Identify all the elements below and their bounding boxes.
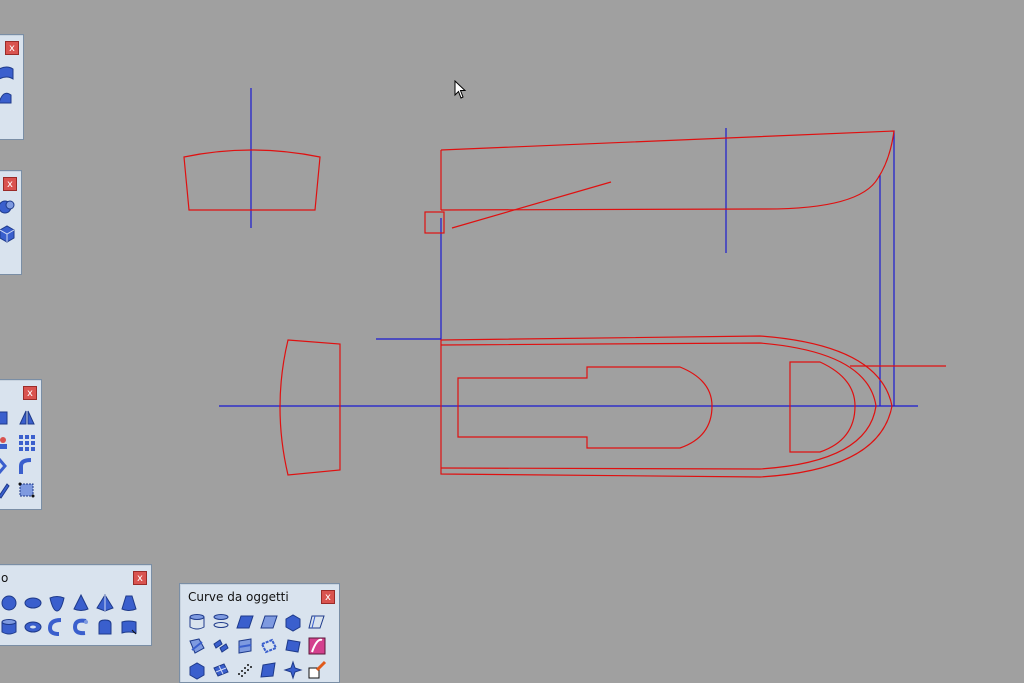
drawing-viewport[interactable] [0, 0, 1024, 677]
truncated-cone-tool-icon[interactable] [119, 593, 139, 613]
duplicate-edge-tool-icon[interactable] [187, 612, 207, 632]
create-uv-curves-tool-icon[interactable] [283, 636, 303, 656]
slab-tool-icon[interactable] [119, 617, 139, 637]
sweep-tool-icon[interactable] [0, 87, 17, 107]
close-button[interactable]: x [133, 571, 147, 585]
toolbar-palette-left-3: x [0, 379, 42, 510]
edit-brush-tool-icon[interactable] [307, 660, 327, 680]
mirror-tool-icon[interactable] [0, 408, 17, 428]
paraboloid-tool-icon[interactable] [47, 593, 67, 613]
box-tool-icon[interactable] [0, 223, 17, 243]
torus-tool-icon[interactable] [23, 617, 43, 637]
section-tool-icon[interactable] [235, 636, 255, 656]
contour-tool-icon[interactable] [211, 636, 231, 656]
palette-title: Curve da oggetti [188, 590, 289, 604]
curvature-graph-tool-icon[interactable] [307, 636, 327, 656]
array-tool-icon[interactable] [17, 432, 37, 452]
mesh-outline-tool-icon[interactable] [211, 660, 231, 680]
close-button[interactable]: x [23, 386, 37, 400]
twist-tool-icon[interactable] [0, 456, 17, 476]
transform-tool-icon[interactable] [0, 432, 17, 452]
point-cloud-tool-icon[interactable] [235, 660, 255, 680]
boolean-tool-icon[interactable] [0, 197, 17, 217]
extract-wireframe-tool-icon[interactable] [259, 636, 279, 656]
project-tool-icon[interactable] [235, 612, 255, 632]
duplicate-border-tool-icon[interactable] [211, 612, 231, 632]
mouse-cursor-icon [454, 80, 467, 99]
toolbar-palette-solids: o x [0, 564, 152, 646]
toolbar-palette-left-2: x [0, 170, 22, 275]
close-button[interactable]: x [3, 177, 17, 191]
palette-title: o [1, 571, 9, 585]
ellipsoid-tool-icon[interactable] [23, 593, 43, 613]
symmetry-tool-icon[interactable] [17, 408, 37, 428]
mesh-intersect-tool-icon[interactable] [259, 660, 279, 680]
cage-edit-tool-icon[interactable] [17, 480, 37, 500]
toolbar-palette-left-1: x [0, 34, 24, 140]
intersect-tool-icon[interactable] [187, 636, 207, 656]
pipe-tool-icon[interactable] [47, 617, 67, 637]
bend-tool-icon[interactable] [17, 456, 37, 476]
flow-tool-icon[interactable] [0, 480, 17, 500]
surface-tool-icon[interactable] [0, 63, 17, 83]
extract-points-tool-icon[interactable] [187, 660, 207, 680]
cylinder-tool-icon[interactable] [0, 617, 19, 637]
cone-tool-icon[interactable] [71, 593, 91, 613]
construction-lines [219, 88, 918, 407]
silhouette-tool-icon[interactable] [283, 612, 303, 632]
pyramid-tool-icon[interactable] [95, 593, 115, 613]
tube-tool-icon[interactable] [71, 617, 91, 637]
pull-tool-icon[interactable] [259, 612, 279, 632]
explode-tool-icon[interactable] [283, 660, 303, 680]
toolbar-palette-curve-from-objects: Curve da oggetti x [179, 583, 340, 683]
extrude-tool-icon[interactable] [95, 617, 115, 637]
sphere-tool-icon[interactable] [0, 593, 19, 613]
profile-curves [183, 130, 946, 478]
extract-isocurve-tool-icon[interactable] [307, 612, 327, 632]
close-button[interactable]: x [321, 590, 335, 604]
close-button[interactable]: x [5, 41, 19, 55]
